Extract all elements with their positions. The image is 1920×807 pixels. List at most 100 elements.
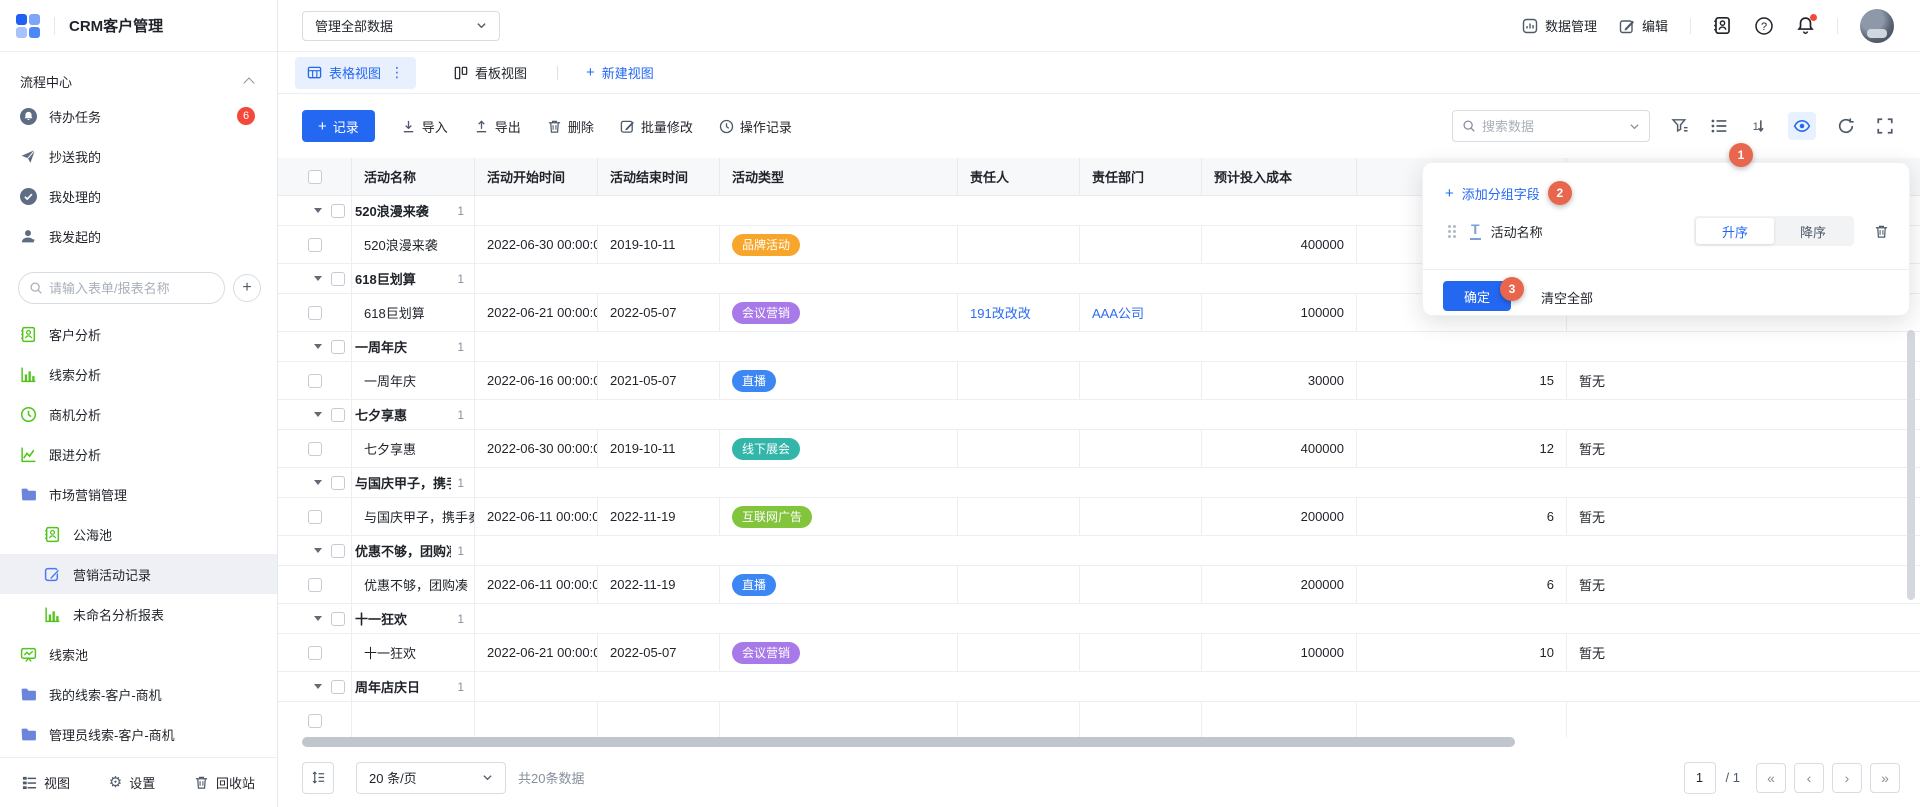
contacts-book-button[interactable]: [1713, 16, 1732, 35]
sidebar-search-input[interactable]: [49, 281, 214, 296]
tab-menu-dots-icon[interactable]: ⋮: [390, 64, 404, 81]
owner-link[interactable]: 191改改改: [970, 303, 1031, 322]
row-checkbox[interactable]: [308, 578, 322, 592]
collapse-triangle-icon[interactable]: [314, 344, 322, 349]
column-header[interactable]: 责任人: [958, 158, 1080, 195]
column-header[interactable]: 活动名称: [352, 158, 475, 195]
table-search[interactable]: [1452, 110, 1650, 142]
sidebar-item-opportunity-analysis[interactable]: 商机分析: [0, 394, 277, 434]
tab-table-view[interactable]: 表格视图 ⋮: [295, 57, 416, 89]
collapse-triangle-icon[interactable]: [314, 616, 322, 621]
visible-fields-button[interactable]: [1788, 112, 1816, 140]
group-checkbox[interactable]: [331, 544, 345, 558]
tab-kanban-view[interactable]: 看板视图: [454, 63, 527, 82]
row-checkbox[interactable]: [308, 306, 322, 320]
group-checkbox[interactable]: [331, 680, 345, 694]
sidebar-section-process[interactable]: 流程中心: [0, 66, 277, 96]
sidebar-item-unnamed-analysis-report[interactable]: 未命名分析报表: [0, 594, 277, 634]
import-button[interactable]: 导入: [401, 117, 448, 136]
group-checkbox[interactable]: [331, 612, 345, 626]
fullscreen-button[interactable]: [1876, 117, 1894, 135]
user-avatar[interactable]: [1860, 9, 1894, 43]
row-height-button[interactable]: [302, 762, 334, 794]
first-page-button[interactable]: «: [1756, 763, 1786, 793]
group-checkbox[interactable]: [331, 340, 345, 354]
department-link[interactable]: AAA公司: [1092, 303, 1144, 322]
row-checkbox[interactable]: [308, 374, 322, 388]
filter-button[interactable]: [1671, 117, 1689, 135]
row-checkbox[interactable]: [308, 714, 322, 728]
page-size-select[interactable]: 20 条/页: [356, 762, 506, 794]
next-page-button[interactable]: ›: [1832, 763, 1862, 793]
row-checkbox[interactable]: [308, 442, 322, 456]
group-checkbox[interactable]: [331, 476, 345, 490]
edit-button[interactable]: 编辑: [1619, 16, 1668, 35]
column-header[interactable]: 活动结束时间: [598, 158, 720, 195]
collapse-triangle-icon[interactable]: [314, 208, 322, 213]
group-checkbox[interactable]: [331, 272, 345, 286]
sidebar-item-customer-analysis[interactable]: 客户分析: [0, 314, 277, 354]
sidebar-item-cc-to-me[interactable]: 抄送我的: [0, 136, 277, 176]
drag-handle-icon[interactable]: [1448, 225, 1456, 238]
column-header[interactable]: 预计投入成本: [1202, 158, 1357, 195]
sidebar-item-public-pool[interactable]: 公海池: [0, 514, 277, 554]
column-header[interactable]: 活动类型: [720, 158, 958, 195]
help-button[interactable]: ?: [1754, 16, 1774, 36]
add-record-button[interactable]: + 记录: [302, 110, 375, 142]
page-number-input[interactable]: [1684, 762, 1716, 794]
group-button[interactable]: [1710, 117, 1728, 135]
new-view-button[interactable]: + 新建视图: [586, 63, 654, 82]
sidebar-item-admin-leads-customers[interactable]: 管理员线索-客户-商机: [0, 714, 277, 754]
group-name-cell: 优惠不够，团购凑1: [352, 536, 475, 565]
group-checkbox[interactable]: [331, 204, 345, 218]
clear-all-button[interactable]: 清空全部: [1541, 288, 1593, 307]
footer-settings-button[interactable]: ⚙ 设置: [109, 773, 155, 792]
table-search-input[interactable]: [1482, 119, 1623, 134]
notifications-button[interactable]: [1796, 16, 1815, 35]
divider: [54, 17, 55, 35]
edit-label: 编辑: [1642, 16, 1668, 35]
vertical-scrollbar[interactable]: [1907, 330, 1915, 600]
sidebar-item-todo-tasks[interactable]: 待办任务 6: [0, 96, 277, 136]
sidebar-search[interactable]: [18, 272, 225, 304]
row-checkbox[interactable]: [308, 646, 322, 660]
select-all-checkbox[interactable]: [308, 170, 322, 184]
add-form-button[interactable]: +: [233, 274, 261, 302]
sidebar-item-handled-by-me[interactable]: 我处理的: [0, 176, 277, 216]
ascending-option[interactable]: 升序: [1696, 218, 1774, 244]
sidebar-item-started-by-me[interactable]: 我发起的: [0, 216, 277, 256]
sidebar-item-followup-analysis[interactable]: 跟进分析: [0, 434, 277, 474]
descending-option[interactable]: 降序: [1774, 218, 1852, 244]
activity-type-cell: 线下展会: [720, 430, 958, 467]
sidebar-item-lead-analysis[interactable]: 线索分析: [0, 354, 277, 394]
add-group-field-button[interactable]: + 添加分组字段 2: [1445, 181, 1572, 205]
horizontal-scrollbar[interactable]: [302, 737, 1515, 747]
remove-field-button[interactable]: [1874, 224, 1889, 239]
prev-page-button[interactable]: ‹: [1794, 763, 1824, 793]
group-checkbox[interactable]: [331, 408, 345, 422]
collapse-triangle-icon[interactable]: [314, 412, 322, 417]
footer-recycle-bin-button[interactable]: 回收站: [194, 773, 255, 792]
sidebar-item-my-leads-customers[interactable]: 我的线索-客户-商机: [0, 674, 277, 714]
last-page-button[interactable]: »: [1870, 763, 1900, 793]
batch-edit-button[interactable]: 批量修改: [620, 117, 693, 136]
column-header[interactable]: 活动开始时间: [475, 158, 598, 195]
sidebar-item-marketing-activity-records[interactable]: 营销活动记录: [0, 554, 277, 594]
data-manage-button[interactable]: 数据管理: [1522, 16, 1597, 35]
row-checkbox[interactable]: [308, 238, 322, 252]
delete-button[interactable]: 删除: [547, 117, 594, 136]
column-header[interactable]: 责任部门: [1080, 158, 1202, 195]
sidebar-item-marketing-management[interactable]: 市场营销管理: [0, 474, 277, 514]
collapse-triangle-icon[interactable]: [314, 684, 322, 689]
collapse-triangle-icon[interactable]: [314, 548, 322, 553]
collapse-triangle-icon[interactable]: [314, 276, 322, 281]
sidebar-item-lead-pool[interactable]: 线索池: [0, 634, 277, 674]
footer-views-button[interactable]: 视图: [22, 773, 70, 792]
row-checkbox[interactable]: [308, 510, 322, 524]
refresh-button[interactable]: [1837, 117, 1855, 135]
collapse-triangle-icon[interactable]: [314, 480, 322, 485]
data-scope-select[interactable]: 管理全部数据: [302, 11, 500, 41]
history-button[interactable]: 操作记录: [719, 117, 792, 136]
export-button[interactable]: 导出: [474, 117, 521, 136]
sort-button[interactable]: 1: [1749, 117, 1767, 135]
